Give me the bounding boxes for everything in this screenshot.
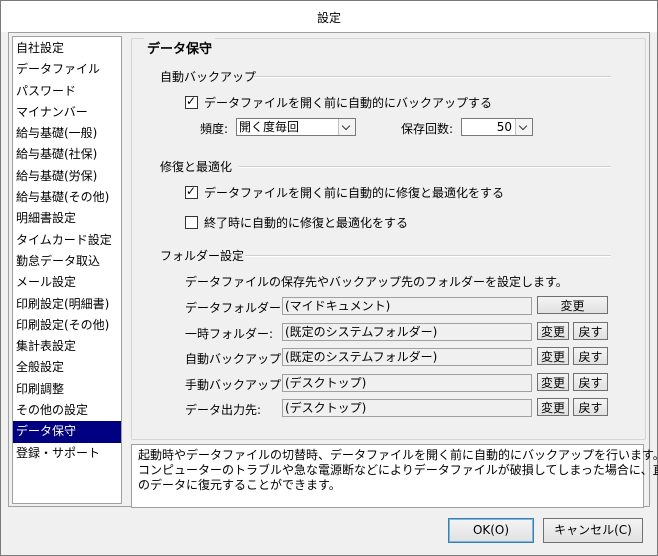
- reset-folder-button[interactable]: 戻す: [573, 322, 608, 340]
- folder-row-label: データフォルダー:: [185, 301, 286, 315]
- sidebar-item[interactable]: データファイル: [13, 59, 121, 80]
- folder-row-label: 自動バックアップ:: [185, 352, 286, 366]
- title-bar: 設定: [1, 1, 657, 32]
- repair-heading: 修復と最適化: [160, 160, 233, 174]
- folder-path-field: (マイドキュメント): [282, 297, 532, 315]
- auto-backup-heading: 自動バックアップ: [160, 70, 257, 84]
- sidebar-item[interactable]: 給与基礎(その他): [13, 187, 121, 208]
- window-title: 設定: [316, 11, 341, 25]
- sidebar-item[interactable]: 印刷設定(その他): [13, 315, 121, 336]
- checkbox-box: [185, 216, 198, 229]
- folder-description: データファイルの保存先やバックアップ先のフォルダーを設定します。: [185, 275, 568, 289]
- settings-panel: 自社設定 データファイル パスワード マイナンバー 給与基礎(一般) 給与基礎(社保) 給与…: [8, 32, 658, 508]
- reset-folder-button[interactable]: 戻す: [573, 347, 608, 365]
- folder-row-label: データ出力先:: [185, 403, 262, 417]
- sidebar-item[interactable]: タイムカード設定: [13, 230, 121, 251]
- category-items: 自社設定 データファイル パスワード マイナンバー 給与基礎(一般) 給与基礎(社保) 給与…: [13, 37, 121, 464]
- sidebar-item[interactable]: 明細書設定: [13, 208, 121, 229]
- change-folder-button[interactable]: 変更: [537, 373, 569, 391]
- sidebar-item[interactable]: マイナンバー: [13, 102, 121, 123]
- sidebar-item[interactable]: メール設定: [13, 272, 121, 293]
- backup-count-select[interactable]: 50: [461, 118, 533, 136]
- folder-path-field: (デスクトップ): [282, 374, 532, 392]
- backup-count-label: 保存回数:: [401, 122, 454, 136]
- repair-on-exit-checkbox[interactable]: 終了時に自動的に修復と最適化をする: [185, 214, 408, 231]
- change-folder-button[interactable]: 変更: [537, 322, 569, 340]
- sidebar-item[interactable]: 集計表設定: [13, 336, 121, 357]
- folder-path-field: (既定のシステムフォルダー): [282, 323, 532, 341]
- settings-content: データ保守 自動バックアップ データファイルを開く前に自動的にバックアップする …: [131, 38, 658, 508]
- sidebar-item[interactable]: 給与基礎(一般): [13, 123, 121, 144]
- data-maintenance-group: データ保守 自動バックアップ データファイルを開く前に自動的にバックアップする …: [131, 38, 646, 440]
- repair-before-open-label: データファイルを開く前に自動的に修復と最適化をする: [204, 186, 505, 200]
- sidebar-item[interactable]: データ保守: [13, 421, 121, 443]
- auto-backup-divider: [253, 76, 611, 78]
- backup-count-value: 50: [496, 120, 512, 134]
- frequency-select[interactable]: 開く度毎回: [236, 118, 356, 136]
- sidebar-item[interactable]: その他の設定: [13, 400, 121, 421]
- sidebar-item[interactable]: 印刷設定(明細書): [13, 294, 121, 315]
- checkbox-box: [185, 94, 198, 109]
- info-box: 起動時やデータファイルの切替時、データファイルを開く前に自動的にバックアップを行…: [131, 444, 658, 508]
- folder-settings-heading: フォルダー設定: [160, 249, 245, 263]
- checkbox-box: [185, 184, 198, 199]
- reset-folder-button[interactable]: 戻す: [573, 373, 608, 391]
- sidebar-item[interactable]: 自社設定: [13, 38, 121, 59]
- settings-window: 設定 自社設定 データファイル パスワード マイナンバー 給与基礎(一般) 給与基礎(社保…: [0, 0, 658, 556]
- cancel-button[interactable]: キャンセル(C): [543, 518, 643, 543]
- reset-folder-button[interactable]: 戻す: [573, 398, 608, 416]
- auto-backup-checkbox-label: データファイルを開く前に自動的にバックアップする: [204, 96, 493, 110]
- change-folder-button[interactable]: 変更: [537, 347, 569, 365]
- sidebar-item[interactable]: 給与基礎(社保): [13, 144, 121, 165]
- folder-path-field: (既定のシステムフォルダー): [282, 348, 532, 366]
- settings-category-list[interactable]: 自社設定 データファイル パスワード マイナンバー 給与基礎(一般) 給与基礎(社保) 給与…: [12, 36, 122, 504]
- folder-row-label: 一時フォルダー:: [185, 327, 274, 341]
- sidebar-item[interactable]: 登録・サポート: [13, 443, 121, 464]
- group-title: データ保守: [144, 38, 216, 57]
- repair-divider: [239, 166, 611, 168]
- sidebar-item[interactable]: 給与基礎(労保): [13, 166, 121, 187]
- ok-button[interactable]: OK(O): [448, 518, 534, 543]
- chevron-down-icon: [338, 119, 355, 135]
- info-line: 起動時やデータファイルの切替時、データファイルを開く前に自動的にバックアップを行…: [138, 448, 658, 462]
- frequency-label: 頻度:: [200, 122, 229, 136]
- repair-on-exit-label: 終了時に自動的に修復と最適化をする: [204, 216, 409, 230]
- sidebar-item[interactable]: パスワード: [13, 81, 121, 102]
- folder-row-label: 手動バックアップ:: [185, 378, 286, 392]
- sidebar-item[interactable]: 全般設定: [13, 357, 121, 378]
- folder-path-field: (デスクトップ): [282, 399, 532, 417]
- folder-settings-divider: [245, 255, 611, 257]
- sidebar-item[interactable]: 勤怠データ取込: [13, 251, 121, 272]
- auto-backup-checkbox[interactable]: データファイルを開く前に自動的にバックアップする: [185, 94, 492, 111]
- info-line: のデータに復元することができます。: [138, 478, 341, 492]
- repair-before-open-checkbox[interactable]: データファイルを開く前に自動的に修復と最適化をする: [185, 184, 504, 201]
- chevron-down-icon: [515, 119, 532, 135]
- change-folder-button[interactable]: 変更: [537, 296, 608, 314]
- info-line: コンピューターのトラブルや急な電源断などによりデータファイルが破損してしまった場…: [138, 463, 658, 477]
- sidebar-item[interactable]: 印刷調整: [13, 379, 121, 400]
- change-folder-button[interactable]: 変更: [537, 398, 569, 416]
- frequency-value: 開く度毎回: [239, 120, 300, 134]
